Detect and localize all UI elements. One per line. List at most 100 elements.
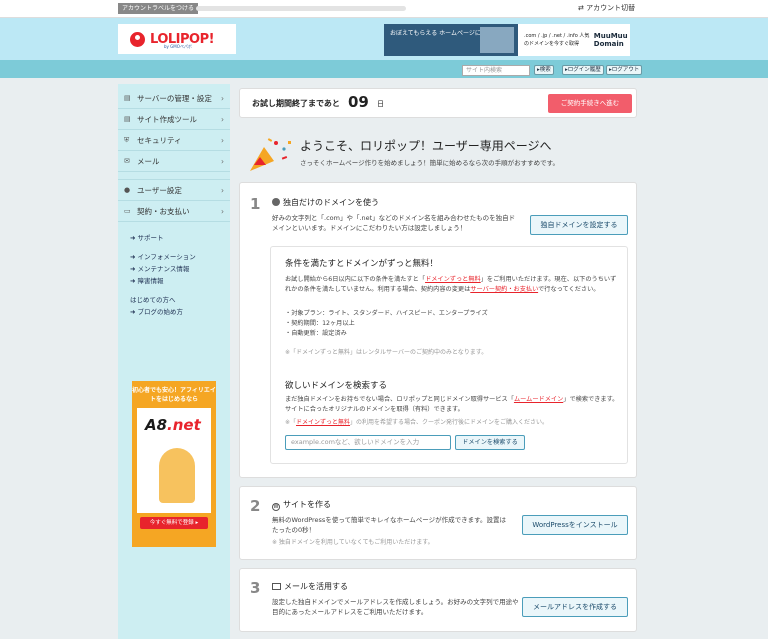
sidebar-item-billing[interactable]: ▭ 契約・お支払い › xyxy=(118,201,230,222)
domain-search-input[interactable]: example.comなど、欲しいドメインを入力 xyxy=(285,435,451,450)
sidebar-item-label: メール xyxy=(137,156,160,166)
step2-note: ※ 独自ドメインを利用していなくてもご利用いただけます。 xyxy=(272,539,434,546)
step2-number: 2 xyxy=(250,497,261,515)
link-failure[interactable]: ➜ 障害情報 xyxy=(130,275,230,287)
site-search-input[interactable]: サイト内検索 xyxy=(462,65,530,76)
text-part: 」の利用を希望する場合、クーポン発行後にドメインをご購入ください。 xyxy=(350,419,549,426)
account-label-button[interactable]: アカウントラベルをつける xyxy=(118,3,199,14)
free-domain-text: お試し開始から6日以内に以下の条件を満たすと「ドメインずっと無料」をご利用いただ… xyxy=(285,275,621,295)
card-icon: ▭ xyxy=(124,207,131,215)
text-part: で行なってください。 xyxy=(538,286,600,293)
free-domain-panel: 条件を満たすとドメインがずっと無料！ お試し開始から6日以内に以下の条件を満たす… xyxy=(270,246,628,464)
lolipop-mark-icon xyxy=(130,31,145,47)
account-switch-link[interactable]: ⇄ アカウント切替 xyxy=(578,3,635,14)
sidebar-item-label: サーバーの管理・設定 xyxy=(137,93,212,103)
ad-cta-button[interactable]: 今すぐ無料で登録 ▸ xyxy=(140,517,208,529)
billing-link[interactable]: サーバー契約・お支払い xyxy=(470,286,538,293)
sidebar-item-mail[interactable]: ✉ メール › xyxy=(118,151,230,172)
ad-headline: 初心者でも安心！アフィリエイトをはじめるなら xyxy=(132,387,216,403)
ad-box: A8.net xyxy=(137,408,211,513)
sidebar-item-security[interactable]: ⛨ セキュリティ › xyxy=(118,130,230,151)
sidebar-item-label: サイト作成ツール xyxy=(137,114,197,124)
sidebar: ▤ サーバーの管理・設定 › ▤ サイト作成ツール › ⛨ セキュリティ › ✉ メール › ●… xyxy=(118,84,230,639)
conditions-list: 対象プラン：ライト、スタンダード、ハイスピード、エンタープライズ 契約期間：12… xyxy=(285,309,488,339)
top-bar: アカウントラベルをつける ⇄ アカウント切替 xyxy=(0,0,768,18)
step1-title-text: 独自だけのドメインを使う xyxy=(283,198,379,207)
muumuu-banner[interactable]: おぼえてもらえる ホームページにしよう。 .com / .jp / .net /… xyxy=(384,24,630,56)
step2-title-text: サイトを作る xyxy=(283,500,331,509)
sidebar-item-server[interactable]: ▤ サーバーの管理・設定 › xyxy=(118,88,230,109)
contract-button[interactable]: ご契約手続きへ進む xyxy=(548,94,632,113)
text-part: ※「 xyxy=(285,419,297,426)
domain-search-text: まだ独自ドメインをお持ちでない場合、ロリポップと同じドメイン取得サービス「ムーム… xyxy=(285,395,621,415)
sidebar-item-label: セキュリティ xyxy=(137,135,182,145)
step3-title-text: メールを活用する xyxy=(284,582,348,591)
condition-item: 契約期間：12ヶ月以上 xyxy=(285,319,488,329)
banner-photo xyxy=(480,27,514,53)
sidebar-item-tools[interactable]: ▤ サイト作成ツール › xyxy=(118,109,230,130)
condition-item: 自動更新：設定済み xyxy=(285,329,488,339)
step3-title: メールを活用する xyxy=(272,581,348,592)
free-domain-link[interactable]: ドメインずっと無料 xyxy=(425,276,481,283)
sidebar-menu: ▤ サーバーの管理・設定 › ▤ サイト作成ツール › ⛨ セキュリティ › ✉ メール › ●… xyxy=(118,88,230,222)
logout-link[interactable]: ▸ログアウト xyxy=(606,65,643,75)
a8-suffix: .net xyxy=(167,416,201,434)
sidebar-item-label: 契約・お支払い xyxy=(137,206,190,216)
text-part: まだ独自ドメインをお持ちでない場合、ロリポップと同じドメイン取得サービス「 xyxy=(285,396,514,403)
trial-unit: 日 xyxy=(377,100,384,108)
step2-desc: 無料のWordPressを使って簡単でキレイなホームページが作成できます。設置は… xyxy=(272,516,507,534)
link-maintenance[interactable]: ➜ メンテナンス情報 xyxy=(130,263,230,275)
account-name-redacted xyxy=(196,6,406,11)
login-history-link[interactable]: ▸ログイン履歴 xyxy=(562,65,604,75)
link-label: 障害情報 xyxy=(137,277,164,285)
domain-search-button[interactable]: ドメインを検索する xyxy=(455,435,525,450)
step1-desc: 好みの文字列と「.com」や「.net」などのドメイン名を組み合わせたものを独自… xyxy=(272,214,516,232)
free-domain-note: ※「ドメインずっと無料」はレンタルサーバーのご契約中のみとなります。 xyxy=(285,349,488,356)
chevron-right-icon: › xyxy=(221,136,224,145)
muumuu-brand: MuuMuu Domain xyxy=(593,32,628,48)
domain-search-heading: 欲しいドメインを検索する xyxy=(285,381,388,391)
link-beginners[interactable]: はじめての方へ xyxy=(130,294,230,306)
link-label: はじめての方へ xyxy=(130,296,176,304)
sidebar-divider xyxy=(118,172,230,180)
link-information[interactable]: ➜ インフォメーション xyxy=(130,251,230,263)
shield-icon: ⛨ xyxy=(124,135,130,144)
chevron-right-icon: › xyxy=(221,186,224,195)
create-mail-button[interactable]: メールアドレスを作成する xyxy=(522,597,628,617)
mail-icon xyxy=(272,583,281,590)
step3-card: 3 メールを活用する 設定した独自ドメインでメールアドレスを作成しましょう。お好… xyxy=(239,568,637,632)
sidebar-item-user[interactable]: ● ユーザー設定 › xyxy=(118,180,230,201)
chevron-right-icon: › xyxy=(221,94,224,103)
nav-bar xyxy=(0,60,768,78)
logo-sub: by GMOペパボ xyxy=(164,44,192,49)
free-domain-link-2[interactable]: ドメインずっと無料 xyxy=(296,419,350,426)
lolipop-logo[interactable]: LOLIPOP! by GMOペパボ xyxy=(118,24,236,54)
text-part: お試し開始から6日以内に以下の条件を満たすと「 xyxy=(285,276,426,283)
chevron-right-icon: › xyxy=(221,207,224,216)
chevron-right-icon: › xyxy=(221,115,224,124)
trial-days: 09 xyxy=(348,93,369,111)
install-wordpress-button[interactable]: WordPressをインストール xyxy=(522,515,628,535)
set-domain-button[interactable]: 独自ドメインを設定する xyxy=(530,215,628,235)
link-label: ブログの始め方 xyxy=(137,308,184,316)
trial-status: お試し期間終了まであと 09 日 ご契約手続きへ進む xyxy=(239,88,637,118)
trial-label: お試し期間終了まであと xyxy=(252,99,340,108)
globe-icon xyxy=(272,198,280,206)
step3-desc: 設定した独自ドメインでメールアドレスを作成しましょう。お好みの文字列で用途や目的… xyxy=(272,598,519,616)
a8-ad-banner[interactable]: 初心者でも安心！アフィリエイトをはじめるなら A8.net 今すぐ無料で登録 ▸ xyxy=(132,381,216,547)
free-domain-heading: 条件を満たすとドメインがずっと無料！ xyxy=(285,259,439,269)
a8-brand: A8 xyxy=(145,416,168,434)
party-popper-icon xyxy=(250,138,291,171)
step1-title: 独自だけのドメインを使う xyxy=(272,197,379,208)
chevron-right-icon: › xyxy=(221,157,224,166)
search-button[interactable]: ▸検索 xyxy=(534,65,554,75)
tools-icon: ▤ xyxy=(124,115,131,123)
link-support[interactable]: ➜ サポート xyxy=(130,232,230,244)
sidebar-links: ➜ サポート ➜ インフォメーション ➜ メンテナンス情報 ➜ 障害情報 はじめ… xyxy=(118,232,230,318)
muumuu-link[interactable]: ムームードメイン xyxy=(514,396,563,403)
a8-logo: A8.net xyxy=(145,416,201,434)
step2-title: W サイトを作る xyxy=(272,499,331,511)
link-blog-start[interactable]: ➜ ブログの始め方 xyxy=(130,306,230,318)
banner-right-text: .com / .jp / .net / .info 人気のドメインを今すぐ取得 xyxy=(524,33,590,47)
